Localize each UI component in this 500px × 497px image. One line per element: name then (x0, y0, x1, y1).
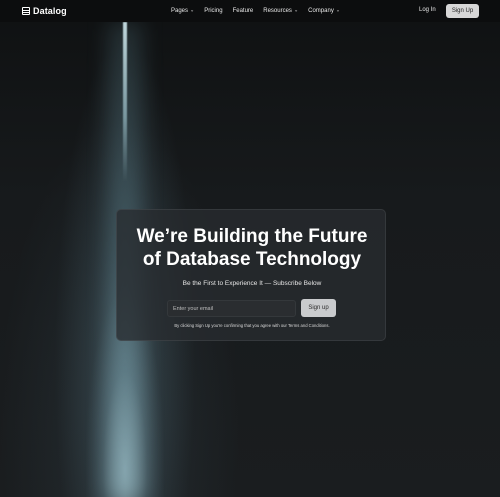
nav-item-label: Company (308, 8, 334, 14)
terms-notice: By clicking Sign Up you're confirming th… (174, 323, 330, 328)
nav-item-pricing[interactable]: Pricing (204, 8, 222, 14)
subscribe-card: We’re Building the Future of Database Te… (116, 209, 386, 341)
chevron-down-icon: ⌄ (335, 7, 341, 14)
nav-item-label: Resources (263, 8, 292, 14)
subscribe-signup-button[interactable]: Sign up (301, 299, 336, 317)
nav-item-resources[interactable]: Resources ⌄ (263, 7, 299, 15)
email-input[interactable] (167, 300, 296, 317)
nav-item-label: Pricing (204, 8, 223, 14)
chevron-down-icon: ⌄ (293, 7, 299, 14)
nav-signup-button[interactable]: Sign Up (446, 4, 479, 18)
headline-line-2: of Database Technology (142, 249, 362, 270)
nav-item-feature[interactable]: Feature (233, 8, 254, 14)
hero-headline: We’re Building the Future of Database Te… (117, 225, 387, 271)
nav-item-label: Feature (232, 8, 254, 14)
login-link[interactable]: Log In (419, 7, 436, 13)
nav-item-label: Pages (171, 8, 189, 14)
hero-subtitle: Be the First to Experience It — Subscrib… (182, 280, 322, 287)
headline-line-1: We’re Building the Future (136, 226, 368, 247)
nav-item-company[interactable]: Company ⌄ (308, 7, 341, 15)
nav-item-pages[interactable]: Pages ⌄ (171, 7, 195, 15)
nav-menu: Pages ⌄ Pricing Feature Resources ⌄ Comp… (171, 0, 340, 22)
brand-name: Datalog (33, 6, 67, 16)
brand-logo-link[interactable]: Datalog (22, 4, 67, 18)
chevron-down-icon: ⌄ (190, 7, 195, 14)
top-navbar: Datalog Pages ⌄ Pricing Feature Resource… (0, 0, 500, 22)
light-beam (123, 22, 127, 182)
database-icon (22, 7, 30, 15)
